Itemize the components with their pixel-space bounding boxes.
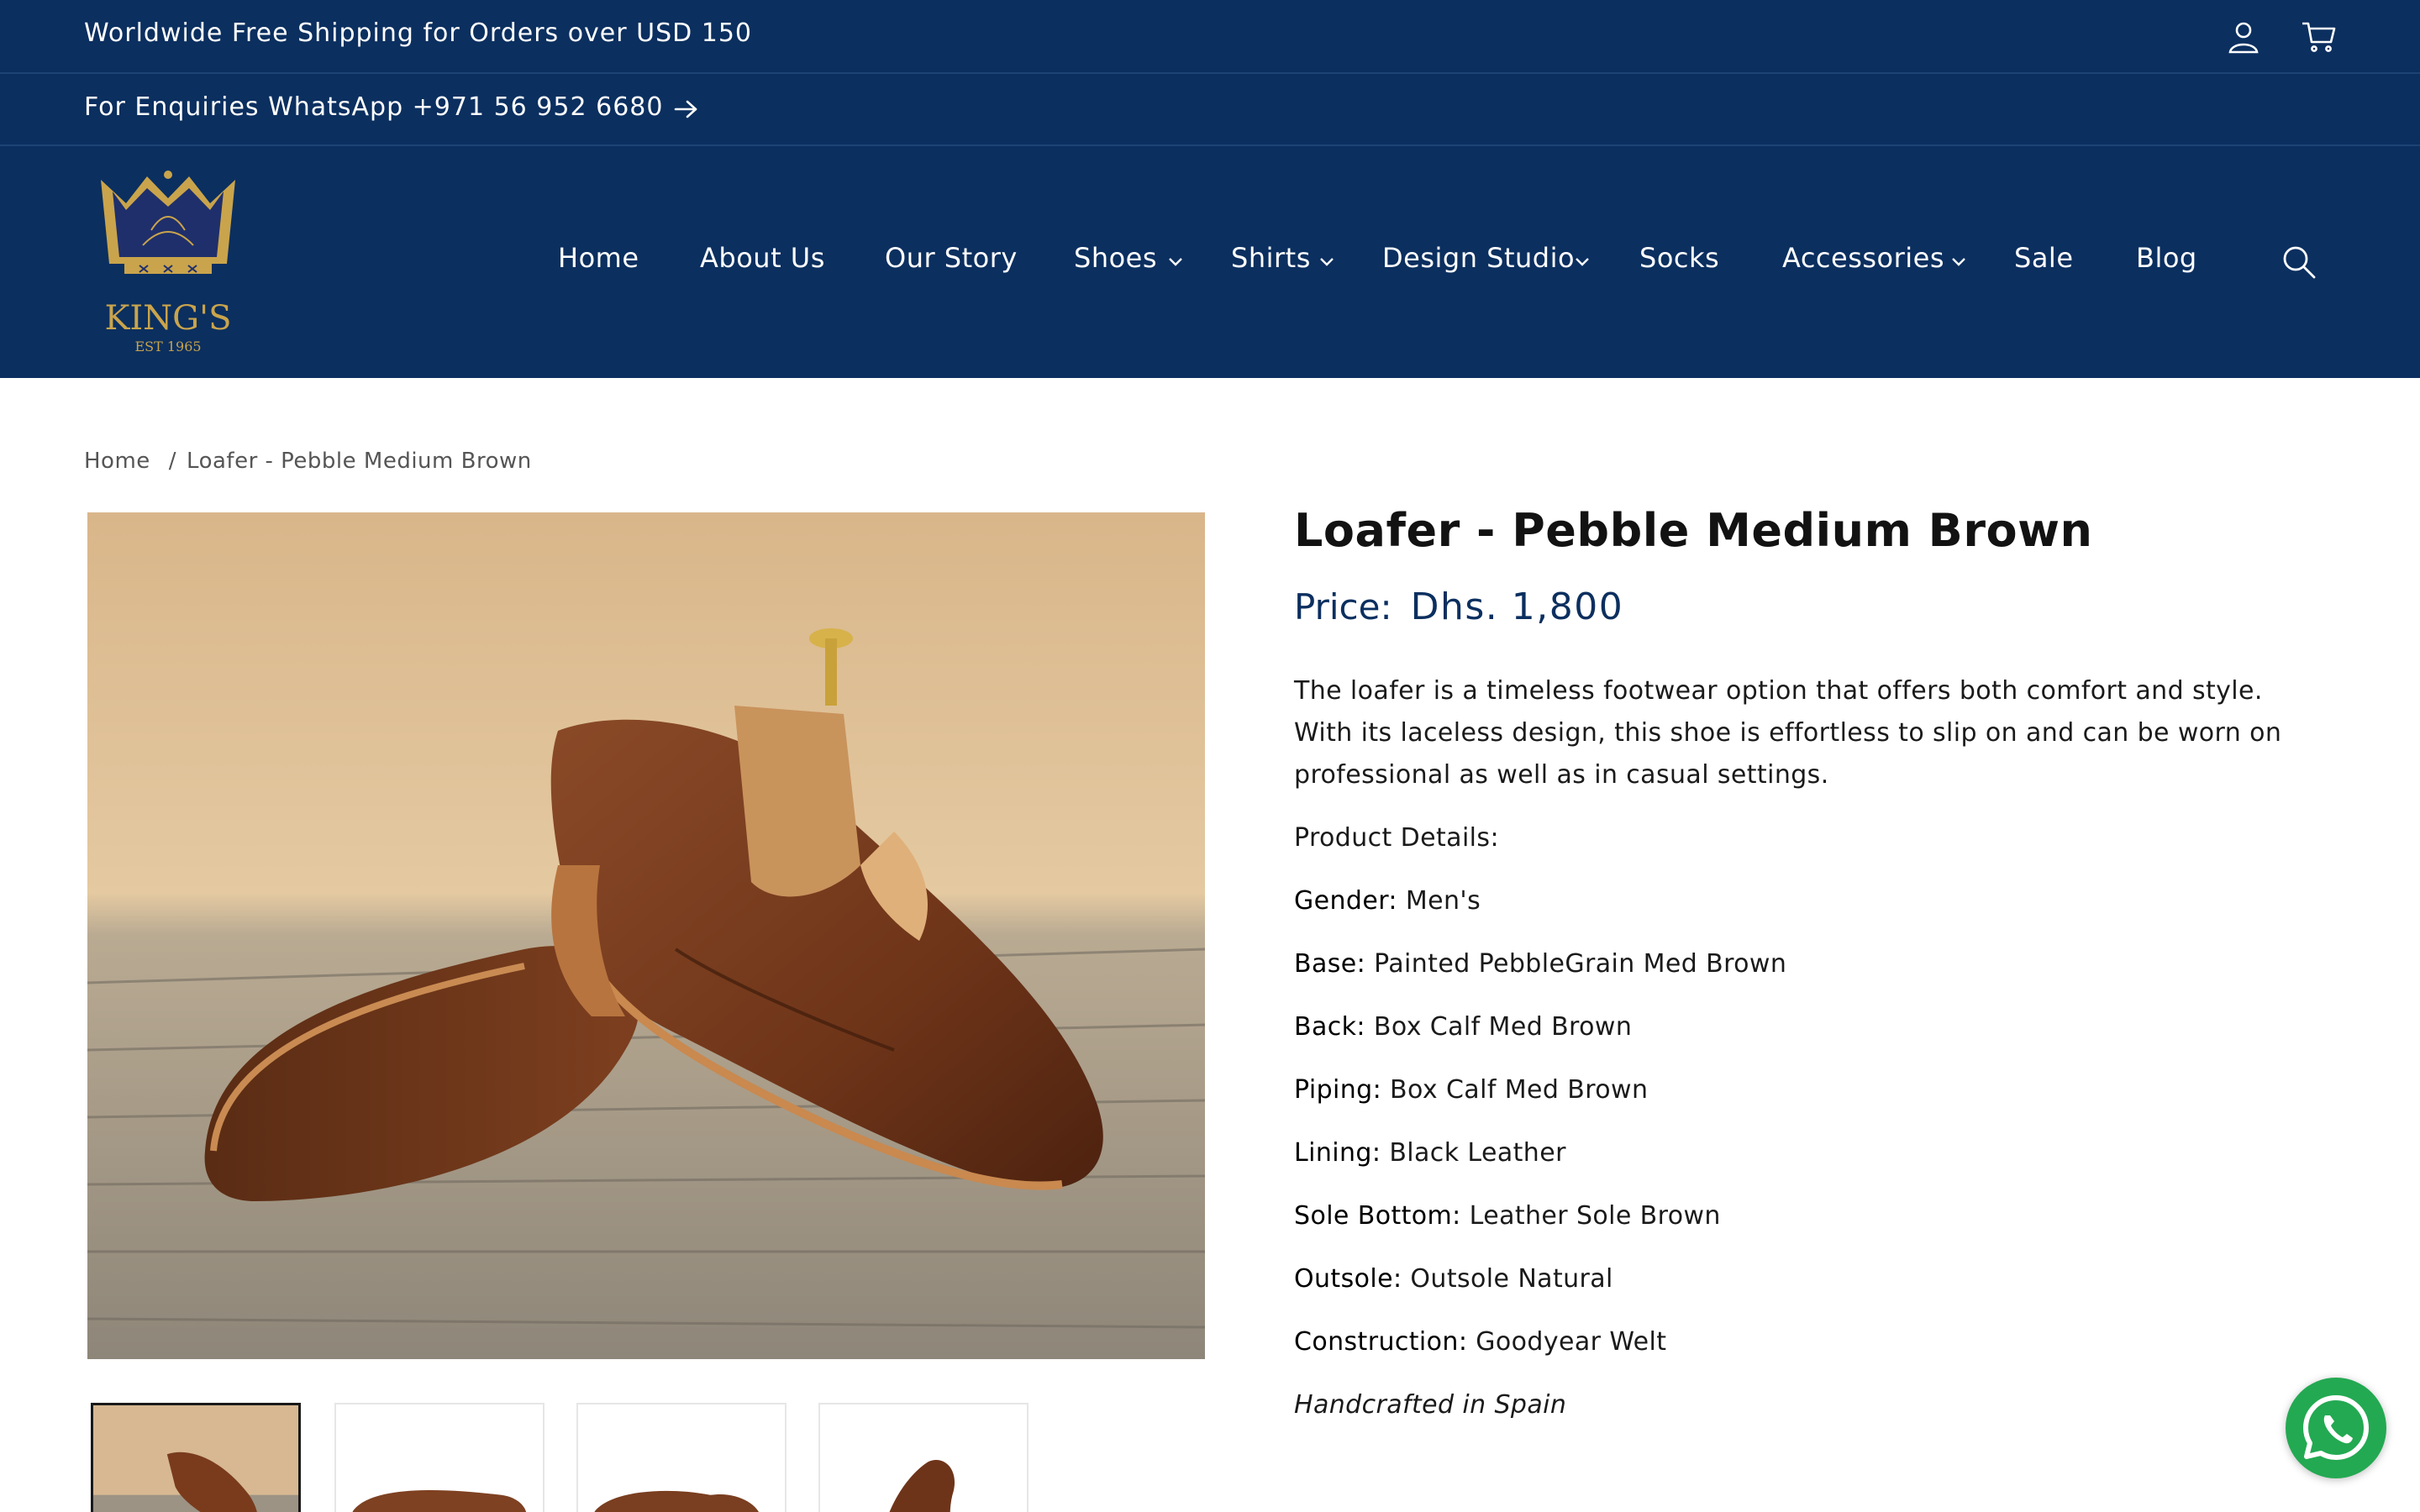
spec-value: Outsole Natural xyxy=(1410,1264,1613,1294)
breadcrumb: Home / Loafer - Pebble Medium Brown xyxy=(84,449,532,474)
cart-icon[interactable] xyxy=(2301,20,2338,54)
spec-back: Back: Box Calf Med Brown xyxy=(1294,1012,2319,1042)
spec-value: Leather Sole Brown xyxy=(1469,1201,1721,1231)
nav-item-home[interactable]: Home xyxy=(558,242,639,274)
spec-construction: Construction: Goodyear Welt xyxy=(1294,1327,2319,1357)
announcement-bar-enquiries[interactable]: For Enquiries WhatsApp +971 56 952 6680 xyxy=(0,74,2420,146)
whatsapp-icon[interactable] xyxy=(2286,1378,2386,1478)
whatsapp-chat-button[interactable] xyxy=(2286,1378,2386,1478)
search-icon[interactable] xyxy=(2281,244,2317,281)
announcement-bar-shipping: Worldwide Free Shipping for Orders over … xyxy=(0,0,2420,74)
product-thumbnail-4[interactable] xyxy=(818,1403,1028,1512)
spec-sole-bottom: Sole Bottom: Leather Sole Brown xyxy=(1294,1201,2319,1231)
spec-lining: Lining: Black Leather xyxy=(1294,1138,2319,1168)
main-nav: Home About Us Our Story Shoes Shirts Des… xyxy=(0,146,2420,378)
spec-value: Black Leather xyxy=(1389,1138,1566,1168)
spec-key: Base: xyxy=(1294,949,1366,979)
product-thumbnail-2[interactable] xyxy=(334,1403,544,1512)
nav-item-blog[interactable]: Blog xyxy=(2136,242,2197,274)
breadcrumb-home[interactable]: Home xyxy=(84,449,150,474)
enquiry-announcement[interactable]: For Enquiries WhatsApp +971 56 952 6680 xyxy=(84,92,663,122)
handcrafted-note: Handcrafted in Spain xyxy=(1294,1390,1567,1420)
account-icon[interactable] xyxy=(2225,18,2262,55)
spec-value: Men's xyxy=(1405,886,1481,916)
product-title: Loafer - Pebble Medium Brown xyxy=(1294,504,2093,557)
nav-item-accessories[interactable]: Accessories xyxy=(1782,242,1944,274)
product-description: The loafer is a timeless footwear option… xyxy=(1294,676,2282,790)
spec-value: Box Calf Med Brown xyxy=(1373,1012,1633,1042)
chevron-down-icon[interactable] xyxy=(1951,257,1966,267)
spec-value: Box Calf Med Brown xyxy=(1390,1075,1649,1105)
nav-item-socks[interactable]: Socks xyxy=(1639,242,1719,274)
chevron-down-icon[interactable] xyxy=(1575,257,1590,267)
spec-key: Gender: xyxy=(1294,886,1397,916)
product-price: Dhs. 1,800 xyxy=(1410,585,1624,628)
nav-item-shirts[interactable]: Shirts xyxy=(1231,242,1311,274)
spec-key: Outsole: xyxy=(1294,1264,1402,1294)
spec-base: Base: Painted PebbleGrain Med Brown xyxy=(1294,949,2319,979)
shipping-announcement: Worldwide Free Shipping for Orders over … xyxy=(84,18,753,48)
product-details-heading: Product Details: xyxy=(1294,823,1499,853)
product-thumbnail-3[interactable] xyxy=(576,1403,786,1512)
nav-item-sale[interactable]: Sale xyxy=(2014,242,2074,274)
site-header: KING'S EST 1965 Home About Us Our Story … xyxy=(0,146,2420,378)
product-thumbnail-1[interactable] xyxy=(91,1403,301,1512)
nav-item-design-studio[interactable]: Design Studio xyxy=(1382,242,1575,274)
product-main-image[interactable] xyxy=(87,512,1205,1359)
spec-piping: Piping: Box Calf Med Brown xyxy=(1294,1075,2319,1105)
spec-gender: Gender: Men's xyxy=(1294,886,2319,916)
price-label: Price: xyxy=(1294,586,1392,627)
product-info: Loafer - Pebble Medium Brown Price: Dhs.… xyxy=(1294,504,2319,1420)
spec-key: Lining: xyxy=(1294,1138,1381,1168)
breadcrumb-current: Loafer - Pebble Medium Brown xyxy=(187,449,532,474)
spec-value: Painted PebbleGrain Med Brown xyxy=(1374,949,1787,979)
spec-key: Sole Bottom: xyxy=(1294,1201,1461,1231)
nav-item-our-story[interactable]: Our Story xyxy=(885,242,1018,274)
chevron-down-icon[interactable] xyxy=(1168,257,1183,267)
nav-item-about-us[interactable]: About Us xyxy=(700,242,825,274)
spec-outsole: Outsole: Outsole Natural xyxy=(1294,1264,2319,1294)
spec-key: Back: xyxy=(1294,1012,1365,1042)
spec-key: Piping: xyxy=(1294,1075,1382,1105)
price-row: Price: Dhs. 1,800 xyxy=(1294,585,2319,628)
breadcrumb-separator: / xyxy=(168,449,177,474)
spec-key: Construction: xyxy=(1294,1327,1468,1357)
spec-value: Goodyear Welt xyxy=(1476,1327,1667,1357)
chevron-down-icon[interactable] xyxy=(1319,257,1334,267)
nav-item-shoes[interactable]: Shoes xyxy=(1074,242,1157,274)
arrow-right-icon[interactable] xyxy=(672,97,699,121)
